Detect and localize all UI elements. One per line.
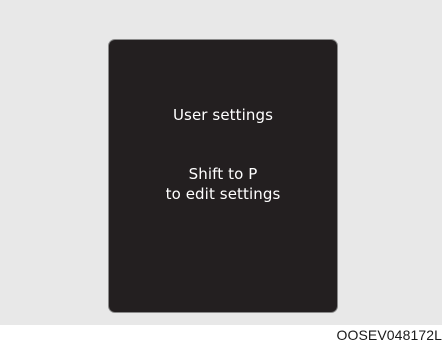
cluster-display-screen: User settings Shift to P to edit setting…	[108, 39, 338, 313]
message-line-2: to edit settings	[165, 185, 281, 203]
shift-to-p-message: Shift to P to edit settings	[109, 164, 337, 204]
background-panel: User settings Shift to P to edit setting…	[0, 0, 442, 325]
figure-code-label: OOSEV048172L	[336, 327, 442, 343]
user-settings-title: User settings	[172, 106, 274, 124]
message-line-1: Shift to P	[188, 165, 258, 183]
